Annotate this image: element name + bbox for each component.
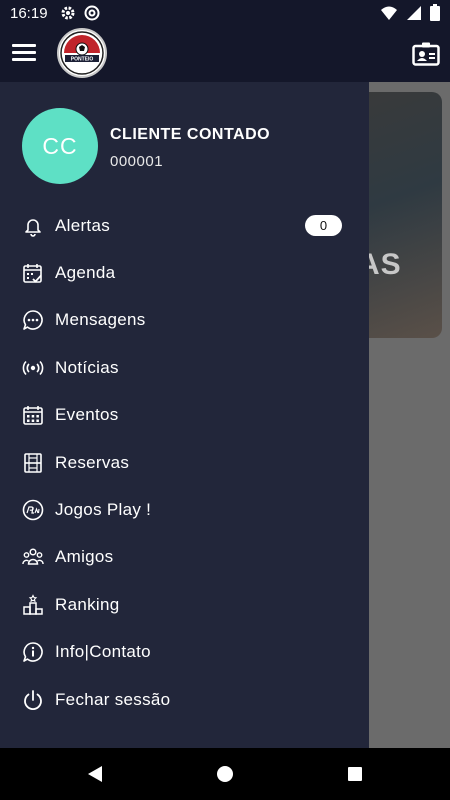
bell-icon: [25, 218, 41, 237]
navigation-drawer: CC CLIENTE CONTADO 000001 Alertas 0 Agen…: [0, 82, 369, 748]
menu-label-alertas: Alertas: [55, 215, 111, 235]
user-id: 000001: [110, 153, 164, 170]
user-name: CLIENTE CONTADO: [110, 126, 271, 143]
menu-item-mensagens[interactable]: Mensagens: [0, 297, 369, 344]
hamburger-icon[interactable]: [12, 44, 36, 64]
menu-label-noticias: Notícias: [55, 357, 119, 377]
menu-item-reservas[interactable]: Reservas: [0, 439, 369, 486]
menu-label-agenda: Agenda: [55, 263, 116, 283]
menu-label-info-contato: Info|Contato: [55, 642, 151, 662]
system-nav-bar: [0, 748, 450, 800]
home-circle-icon[interactable]: [214, 764, 236, 784]
menu-item-jogos-play[interactable]: Jogos Play !: [0, 486, 369, 533]
avatar-initials: CC: [42, 132, 78, 159]
menu-item-agenda[interactable]: Agenda: [0, 249, 369, 296]
signal-icon: [407, 5, 421, 20]
menu-label-reservas: Reservas: [55, 452, 130, 472]
status-bar: 16:19: [0, 0, 450, 26]
menu-label-eventos: Eventos: [55, 405, 119, 425]
menu-label-mensagens: Mensagens: [55, 310, 146, 330]
status-time: 16:19: [10, 4, 48, 22]
menu-label-fechar-sessao: Fechar sessão: [55, 689, 171, 709]
menu-label-amigos: Amigos: [55, 547, 114, 567]
recents-square-icon[interactable]: [344, 764, 366, 784]
menu-item-info-contato[interactable]: Info|Contato: [0, 629, 369, 676]
calendar-check-icon: [23, 264, 42, 283]
power-icon: [24, 689, 42, 710]
court-icon: [24, 452, 42, 473]
gear-icon: [61, 6, 75, 20]
menu-item-eventos[interactable]: Eventos: [0, 392, 369, 439]
menu-item-amigos[interactable]: Amigos: [0, 534, 369, 581]
podium-icon: [23, 594, 43, 615]
menu-item-alertas[interactable]: Alertas 0: [0, 202, 369, 249]
info-icon: [23, 642, 43, 663]
menu-item-ranking[interactable]: Ranking: [0, 581, 369, 628]
avatar[interactable]: CC: [22, 108, 98, 184]
calendar-grid-icon: [23, 406, 43, 426]
broadcast-icon: [22, 360, 44, 375]
back-triangle-icon[interactable]: [84, 764, 106, 784]
at-sign-icon: [84, 5, 100, 21]
logo-text: PONTEIO: [71, 57, 94, 63]
app-bar: PONTEIO: [0, 26, 450, 82]
chat-bubble-icon: [23, 310, 43, 331]
contact-card-icon[interactable]: [412, 42, 440, 66]
wifi-icon: [381, 6, 397, 20]
club-logo: PONTEIO: [57, 28, 107, 78]
play-badge-icon: [22, 499, 44, 521]
drawer-menu: Alertas 0 Agenda Mensagens Notícias Even…: [0, 202, 369, 723]
friends-icon: [22, 548, 44, 566]
battery-icon: [430, 4, 440, 21]
alerts-count-badge: 0: [305, 215, 342, 237]
menu-item-noticias[interactable]: Notícias: [0, 344, 369, 391]
menu-label-jogos-play: Jogos Play !: [55, 500, 152, 520]
menu-label-ranking: Ranking: [55, 594, 120, 614]
menu-item-fechar-sessao[interactable]: Fechar sessão: [0, 676, 369, 723]
